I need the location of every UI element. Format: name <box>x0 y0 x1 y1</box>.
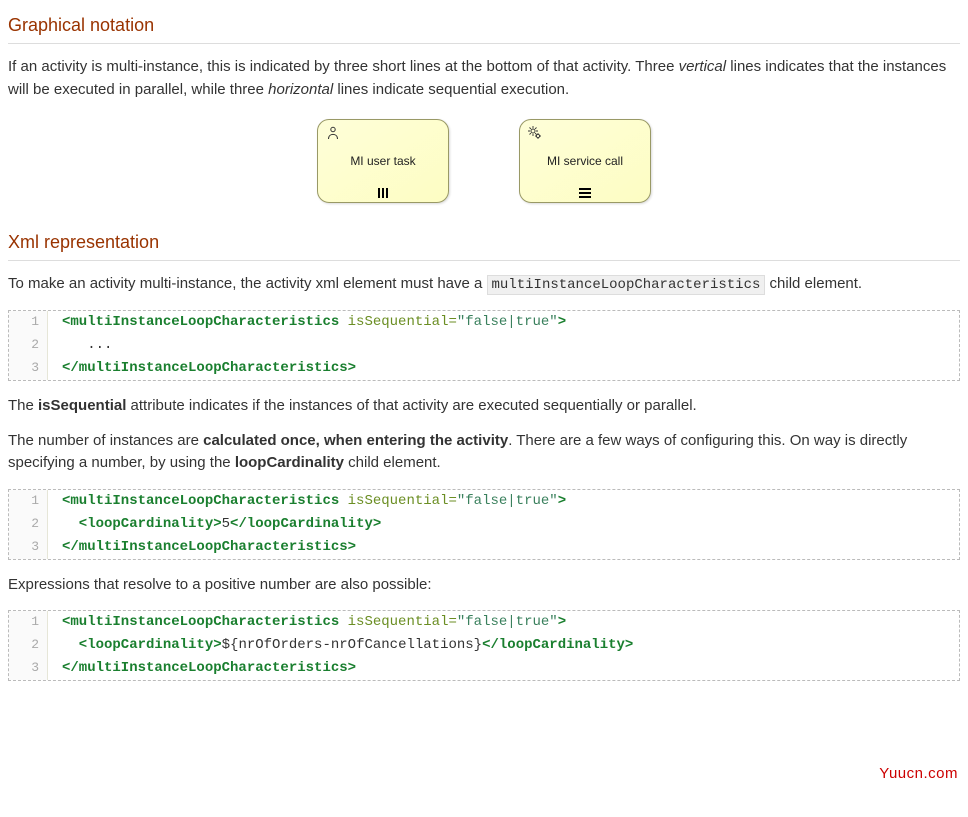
task-label: MI service call <box>547 152 623 170</box>
text: To make an activity multi-instance, the … <box>8 275 487 292</box>
text: If an activity is multi-instance, this i… <box>8 58 679 75</box>
sequential-marker-icon <box>579 188 591 198</box>
code-string: "false|true" <box>457 614 558 630</box>
code-attr: isSequential= <box>339 493 457 509</box>
code-attr: isSequential= <box>339 314 457 330</box>
text-strong: calculated once, when entering the activ… <box>203 432 508 449</box>
text-strong: isSequential <box>38 397 126 414</box>
code-tag: <loopCardinality> <box>62 516 222 532</box>
line-number: 2 <box>9 513 48 536</box>
paragraph: The number of instances are calculated o… <box>8 430 960 475</box>
code-string: "false|true" <box>457 493 558 509</box>
user-icon <box>325 125 341 141</box>
code-block: 1 <multiInstanceLoopCharacteristics isSeq… <box>8 310 960 381</box>
code-text: ${nrOfOrders-nrOfCancellations} <box>222 637 482 653</box>
text-strong: loopCardinality <box>235 454 344 471</box>
gear-icon <box>527 125 543 141</box>
code-tag: </loopCardinality> <box>482 637 633 653</box>
line-number: 2 <box>9 634 48 657</box>
heading-xml-representation: Xml representation <box>8 229 960 261</box>
code-tag: <multiInstanceLoopCharacteristics <box>62 614 339 630</box>
paragraph: If an activity is multi-instance, this i… <box>8 56 960 101</box>
line-number: 1 <box>9 490 48 513</box>
code-block: 1 <multiInstanceLoopCharacteristics isSeq… <box>8 489 960 560</box>
text: The <box>8 397 38 414</box>
line-number: 3 <box>9 657 48 680</box>
text: child element. <box>344 454 441 471</box>
text-emphasis: vertical <box>679 58 727 75</box>
service-task-box: MI service call <box>519 119 651 203</box>
paragraph: The isSequential attribute indicates if … <box>8 395 960 418</box>
line-number: 1 <box>9 611 48 634</box>
inline-code: multiInstanceLoopCharacteristics <box>487 275 766 295</box>
paragraph: To make an activity multi-instance, the … <box>8 273 960 296</box>
code-tag: > <box>558 314 566 330</box>
code-tag: > <box>558 493 566 509</box>
code-tag: </multiInstanceLoopCharacteristics> <box>62 660 356 676</box>
line-number: 2 <box>9 334 48 357</box>
line-number: 3 <box>9 536 48 559</box>
watermark: Yuucn.com <box>879 763 958 786</box>
line-number: 3 <box>9 357 48 380</box>
heading-graphical-notation: Graphical notation <box>8 12 960 44</box>
text: child element. <box>765 275 862 292</box>
code-string: "false|true" <box>457 314 558 330</box>
code-tag: </multiInstanceLoopCharacteristics> <box>62 360 356 376</box>
code-text: 5 <box>222 516 230 532</box>
code-text: ... <box>62 337 112 353</box>
text: attribute indicates if the instances of … <box>126 397 696 414</box>
code-tag: </multiInstanceLoopCharacteristics> <box>62 539 356 555</box>
parallel-marker-icon <box>378 188 388 198</box>
user-task-box: MI user task <box>317 119 449 203</box>
bpmn-diagram: MI user task MI service call <box>8 119 960 203</box>
code-tag: <multiInstanceLoopCharacteristics <box>62 314 339 330</box>
line-number: 1 <box>9 311 48 334</box>
code-tag: <loopCardinality> <box>62 637 222 653</box>
text: The number of instances are <box>8 432 203 449</box>
text-emphasis: horizontal <box>268 81 333 98</box>
task-label: MI user task <box>350 152 415 170</box>
code-block: 1 <multiInstanceLoopCharacteristics isSeq… <box>8 610 960 681</box>
code-tag: > <box>558 614 566 630</box>
code-tag: <multiInstanceLoopCharacteristics <box>62 493 339 509</box>
paragraph: Expressions that resolve to a positive n… <box>8 574 960 597</box>
code-tag: </loopCardinality> <box>230 516 381 532</box>
code-attr: isSequential= <box>339 614 457 630</box>
text: lines indicate sequential execution. <box>333 81 569 98</box>
